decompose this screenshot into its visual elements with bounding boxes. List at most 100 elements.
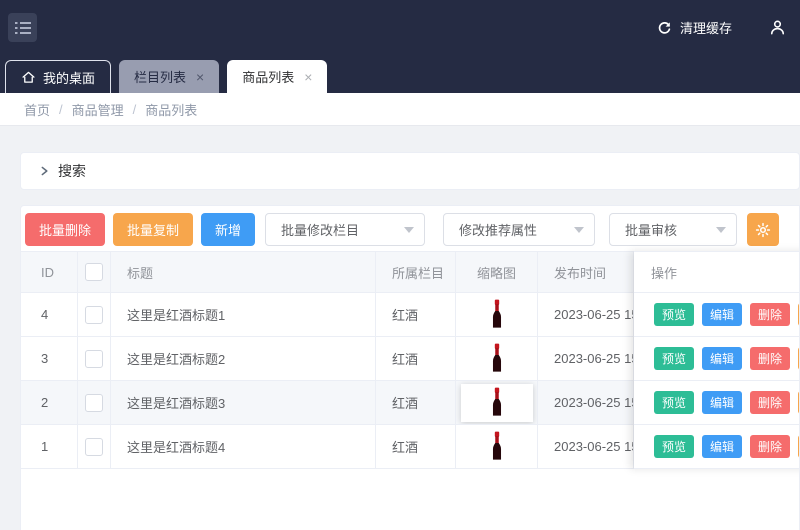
row-checkbox[interactable] <box>85 306 103 324</box>
tab-label: 我的桌面 <box>43 68 95 87</box>
clear-cache-label: 清理缓存 <box>680 18 732 37</box>
batch-change-column-select[interactable]: 批量修改栏目 <box>265 213 425 246</box>
select-all-checkbox[interactable] <box>85 263 103 281</box>
breadcrumb-item-product-manage[interactable]: 商品管理 <box>72 100 124 119</box>
row-checkbox-cell <box>78 293 111 337</box>
product-table: ID 标题 所属栏目 缩略图 发布时间 4 这里是红酒标题1 红酒 <box>21 251 799 469</box>
fixed-actions-column: 操作 预览 编辑 删除 复制 预览 编辑 删除 复制 预览 编辑 删除 <box>634 251 800 469</box>
user-menu-button[interactable] <box>769 19 786 36</box>
row-checkbox-cell <box>78 337 111 381</box>
page-content: 搜索 批量删除 批量复制 新增 批量修改栏目 修改推荐属性 批量审核 <box>0 126 800 530</box>
search-panel-label: 搜索 <box>58 161 86 181</box>
preview-button[interactable]: 预览 <box>654 303 694 326</box>
row-category: 红酒 <box>376 425 456 469</box>
delete-button[interactable]: 删除 <box>750 303 790 326</box>
preview-button[interactable]: 预览 <box>654 391 694 414</box>
thumbnail-preview-box <box>461 384 533 422</box>
row-title: 这里是红酒标题2 <box>111 337 376 381</box>
product-table-card: 批量删除 批量复制 新增 批量修改栏目 修改推荐属性 批量审核 <box>20 205 800 530</box>
chevron-down-icon <box>716 227 726 233</box>
row-title: 这里是红酒标题4 <box>111 425 376 469</box>
wine-bottle-image[interactable] <box>490 431 504 462</box>
batch-review-select[interactable]: 批量审核 <box>609 213 737 246</box>
select-value: 修改推荐属性 <box>459 220 537 239</box>
breadcrumb: 首页 / 商品管理 / 商品列表 <box>0 93 800 126</box>
batch-delete-button[interactable]: 批量删除 <box>25 213 105 246</box>
breadcrumb-item-home[interactable]: 首页 <box>24 100 50 119</box>
row-checkbox-cell <box>78 381 111 425</box>
row-category: 红酒 <box>376 293 456 337</box>
row-actions: 预览 编辑 删除 复制 <box>634 337 800 381</box>
tab-product-list[interactable]: 商品列表 × <box>227 60 327 93</box>
wine-bottle-image[interactable] <box>490 343 504 374</box>
row-publish-time: 2023-06-25 15: <box>538 381 634 425</box>
row-checkbox[interactable] <box>85 438 103 456</box>
row-category: 红酒 <box>376 337 456 381</box>
header-category: 所属栏目 <box>376 251 456 293</box>
close-icon[interactable]: × <box>196 70 204 84</box>
tab-label: 栏目列表 <box>134 67 186 86</box>
home-icon <box>21 70 36 84</box>
row-actions: 预览 编辑 删除 复制 <box>634 381 800 425</box>
chevron-down-icon <box>574 227 584 233</box>
select-value: 批量审核 <box>625 220 677 239</box>
user-icon <box>769 19 786 36</box>
wine-bottle-image[interactable] <box>490 387 504 418</box>
edit-button[interactable]: 编辑 <box>702 391 742 414</box>
row-actions: 预览 编辑 删除 复制 <box>634 425 800 469</box>
preview-button[interactable]: 预览 <box>654 435 694 458</box>
row-thumbnail-cell <box>456 293 538 337</box>
row-category: 红酒 <box>376 381 456 425</box>
row-publish-time: 2023-06-25 15: <box>538 293 634 337</box>
preview-button[interactable]: 预览 <box>654 347 694 370</box>
search-collapse-panel[interactable]: 搜索 <box>20 152 800 190</box>
delete-button[interactable]: 删除 <box>750 347 790 370</box>
edit-button[interactable]: 编辑 <box>702 347 742 370</box>
close-icon[interactable]: × <box>304 70 312 84</box>
row-publish-time: 2023-06-25 15: <box>538 337 634 381</box>
sidebar-toggle-button[interactable] <box>8 13 37 42</box>
delete-button[interactable]: 删除 <box>750 391 790 414</box>
header-title: 标题 <box>111 251 376 293</box>
row-id: 3 <box>21 337 78 381</box>
gear-icon <box>755 222 771 238</box>
row-title: 这里是红酒标题1 <box>111 293 376 337</box>
breadcrumb-item-product-list: 商品列表 <box>145 100 197 119</box>
row-thumbnail-cell <box>456 425 538 469</box>
chevron-right-icon <box>39 166 49 176</box>
row-thumbnail-cell <box>456 337 538 381</box>
header-id: ID <box>21 251 78 293</box>
menu-list-icon <box>15 21 31 35</box>
batch-copy-button[interactable]: 批量复制 <box>113 213 193 246</box>
header-thumbnail: 缩略图 <box>456 251 538 293</box>
refresh-icon <box>656 20 672 36</box>
chevron-down-icon <box>404 227 414 233</box>
row-id: 4 <box>21 293 78 337</box>
row-id: 2 <box>21 381 78 425</box>
edit-button[interactable]: 编辑 <box>702 435 742 458</box>
header-publish-time: 发布时间 <box>538 251 634 293</box>
breadcrumb-separator: / <box>59 102 63 117</box>
wine-bottle-image[interactable] <box>490 299 504 330</box>
row-id: 1 <box>21 425 78 469</box>
add-button[interactable]: 新增 <box>201 213 255 246</box>
change-recommend-attr-select[interactable]: 修改推荐属性 <box>443 213 595 246</box>
tab-bar: 我的桌面 栏目列表 × 商品列表 × <box>0 55 800 93</box>
header-actions: 操作 <box>634 251 800 293</box>
clear-cache-button[interactable]: 清理缓存 <box>656 18 732 37</box>
select-value: 批量修改栏目 <box>281 220 359 239</box>
top-navbar: 清理缓存 <box>0 0 800 55</box>
breadcrumb-separator: / <box>133 102 137 117</box>
row-title: 这里是红酒标题3 <box>111 381 376 425</box>
column-settings-button[interactable] <box>747 213 779 246</box>
header-checkbox-cell <box>78 251 111 293</box>
row-actions: 预览 编辑 删除 复制 <box>634 293 800 337</box>
delete-button[interactable]: 删除 <box>750 435 790 458</box>
row-checkbox[interactable] <box>85 350 103 368</box>
navbar-right-group: 清理缓存 <box>656 18 786 37</box>
tab-column-list[interactable]: 栏目列表 × <box>119 60 219 93</box>
tab-my-desktop[interactable]: 我的桌面 <box>5 60 111 93</box>
row-publish-time: 2023-06-25 15: <box>538 425 634 469</box>
edit-button[interactable]: 编辑 <box>702 303 742 326</box>
row-checkbox[interactable] <box>85 394 103 412</box>
